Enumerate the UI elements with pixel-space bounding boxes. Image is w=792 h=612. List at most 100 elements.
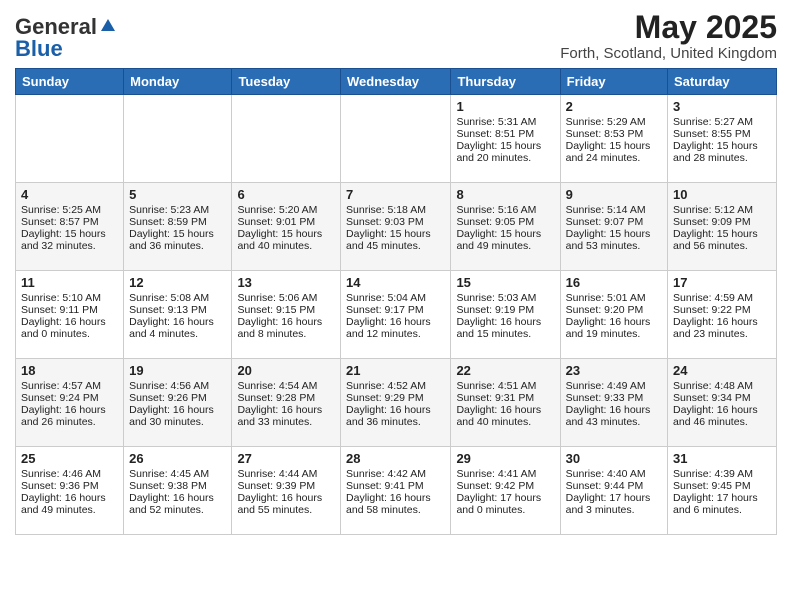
calendar-week-row: 11Sunrise: 5:10 AMSunset: 9:11 PMDayligh… [16,271,777,359]
cell-info-line: Sunrise: 4:52 AM [346,380,445,392]
calendar-cell: 22Sunrise: 4:51 AMSunset: 9:31 PMDayligh… [451,359,560,447]
calendar-cell: 25 Sunrise: 4:46 AMSunset: 9:36 PMDayligh… [16,447,124,535]
cell-info-line: Daylight: 16 hours [129,492,226,504]
calendar-cell: 4Sunrise: 5:25 AMSunset: 8:57 PMDaylight… [16,183,124,271]
calendar-table: SundayMondayTuesdayWednesdayThursdayFrid… [15,68,777,535]
cell-info-line: Daylight: 16 hours [129,316,226,328]
cell-info-line: Daylight: 15 hours [346,228,445,240]
calendar-cell: 9Sunrise: 5:14 AMSunset: 9:07 PMDaylight… [560,183,667,271]
cell-info-line: Sunrise: 5:14 AM [566,204,662,216]
day-number: 28 [346,451,445,466]
cell-info-line: Sunrise: 5:31 AM [456,116,554,128]
cell-info-line: Sunset: 9:11 PM [21,304,118,316]
day-number: 15 [456,275,554,290]
title-area: May 2025 Forth, Scotland, United Kingdom [560,10,777,62]
calendar-cell: 16Sunrise: 5:01 AMSunset: 9:20 PMDayligh… [560,271,667,359]
cell-info-line: Daylight: 16 hours [237,404,335,416]
day-number: 9 [566,187,662,202]
cell-info-line: Sunset: 8:55 PM [673,128,771,140]
cell-info-line: Daylight: 16 hours [237,316,335,328]
cell-info-line: Sunset: 9:26 PM [129,392,226,404]
cell-info-line: Sunrise: 4:56 AM [129,380,226,392]
cell-info-line: Sunrise: 5:29 AM [566,116,662,128]
cell-info-line: Sunset: 9:20 PM [566,304,662,316]
day-number: 6 [237,187,335,202]
cell-info-line: Daylight: 16 hours [21,492,118,504]
day-number: 27 [237,451,335,466]
cell-info-line: and 0 minutes. [21,328,118,340]
cell-info-line: and 4 minutes. [129,328,226,340]
day-number: 8 [456,187,554,202]
calendar-cell: 14Sunrise: 5:04 AMSunset: 9:17 PMDayligh… [341,271,451,359]
calendar-cell: 31Sunrise: 4:39 AMSunset: 9:45 PMDayligh… [668,447,777,535]
cell-info-line: Sunset: 9:44 PM [566,480,662,492]
cell-info-line: Sunset: 9:22 PM [673,304,771,316]
cell-info-line: Daylight: 16 hours [566,316,662,328]
day-number: 31 [673,451,771,466]
cell-info-line: Sunrise: 4:46 AM [21,468,118,480]
day-number: 19 [129,363,226,378]
day-number: 17 [673,275,771,290]
location: Forth, Scotland, United Kingdom [560,45,777,62]
calendar-cell: 10Sunrise: 5:12 AMSunset: 9:09 PMDayligh… [668,183,777,271]
cell-info-line: and 52 minutes. [129,504,226,516]
calendar-cell: 19Sunrise: 4:56 AMSunset: 9:26 PMDayligh… [124,359,232,447]
cell-info-line: Sunset: 9:42 PM [456,480,554,492]
calendar-cell: 17Sunrise: 4:59 AMSunset: 9:22 PMDayligh… [668,271,777,359]
cell-info-line: Daylight: 16 hours [346,316,445,328]
cell-info-line: and 36 minutes. [346,416,445,428]
calendar-cell: 28Sunrise: 4:42 AMSunset: 9:41 PMDayligh… [341,447,451,535]
day-header-saturday: Saturday [668,69,777,95]
cell-info-line: Sunset: 9:24 PM [21,392,118,404]
day-header-sunday: Sunday [16,69,124,95]
cell-info-line: Sunrise: 5:27 AM [673,116,771,128]
cell-info-line: and 45 minutes. [346,240,445,252]
cell-info-line: Daylight: 15 hours [456,140,554,152]
cell-info-line: Sunrise: 5:25 AM [21,204,118,216]
cell-info-line: Sunrise: 4:44 AM [237,468,335,480]
cell-info-line: Sunset: 9:19 PM [456,304,554,316]
cell-info-line: Sunrise: 4:41 AM [456,468,554,480]
cell-info-line: Sunset: 9:05 PM [456,216,554,228]
cell-info-line: and 49 minutes. [456,240,554,252]
cell-info-line: and 20 minutes. [456,152,554,164]
cell-info-line: and 40 minutes. [456,416,554,428]
cell-info-line: Sunrise: 5:16 AM [456,204,554,216]
cell-info-line: and 3 minutes. [566,504,662,516]
cell-info-line: and 56 minutes. [673,240,771,252]
cell-info-line: Sunrise: 5:08 AM [129,292,226,304]
cell-info-line: and 19 minutes. [566,328,662,340]
cell-info-line: Sunrise: 5:01 AM [566,292,662,304]
day-number: 7 [346,187,445,202]
cell-info-line: Daylight: 16 hours [237,492,335,504]
logo-blue-text: Blue [15,36,63,62]
calendar-cell [124,95,232,183]
cell-info-line: Sunset: 9:15 PM [237,304,335,316]
cell-info-line: Daylight: 15 hours [456,228,554,240]
cell-info-line: Sunset: 9:07 PM [566,216,662,228]
calendar-week-row: 1Sunrise: 5:31 AMSunset: 8:51 PMDaylight… [16,95,777,183]
day-number: 25 [21,451,118,466]
day-number: 12 [129,275,226,290]
cell-info-line: and 0 minutes. [456,504,554,516]
cell-info-line: Daylight: 15 hours [237,228,335,240]
cell-info-line: and 24 minutes. [566,152,662,164]
cell-info-line: Sunset: 9:33 PM [566,392,662,404]
cell-info-line: and 43 minutes. [566,416,662,428]
cell-info-line: and 30 minutes. [129,416,226,428]
cell-info-line: Daylight: 16 hours [21,404,118,416]
cell-info-line: and 23 minutes. [673,328,771,340]
cell-info-line: Sunrise: 5:10 AM [21,292,118,304]
day-number: 1 [456,99,554,114]
cell-info-line: Sunset: 9:29 PM [346,392,445,404]
calendar-cell: 3Sunrise: 5:27 AMSunset: 8:55 PMDaylight… [668,95,777,183]
cell-info-line: and 28 minutes. [673,152,771,164]
cell-info-line: Sunrise: 5:23 AM [129,204,226,216]
cell-info-line: Sunset: 9:36 PM [21,480,118,492]
cell-info-line: Sunrise: 5:20 AM [237,204,335,216]
day-header-friday: Friday [560,69,667,95]
day-header-monday: Monday [124,69,232,95]
calendar-week-row: 4Sunrise: 5:25 AMSunset: 8:57 PMDaylight… [16,183,777,271]
calendar-cell: 18Sunrise: 4:57 AMSunset: 9:24 PMDayligh… [16,359,124,447]
day-number: 20 [237,363,335,378]
